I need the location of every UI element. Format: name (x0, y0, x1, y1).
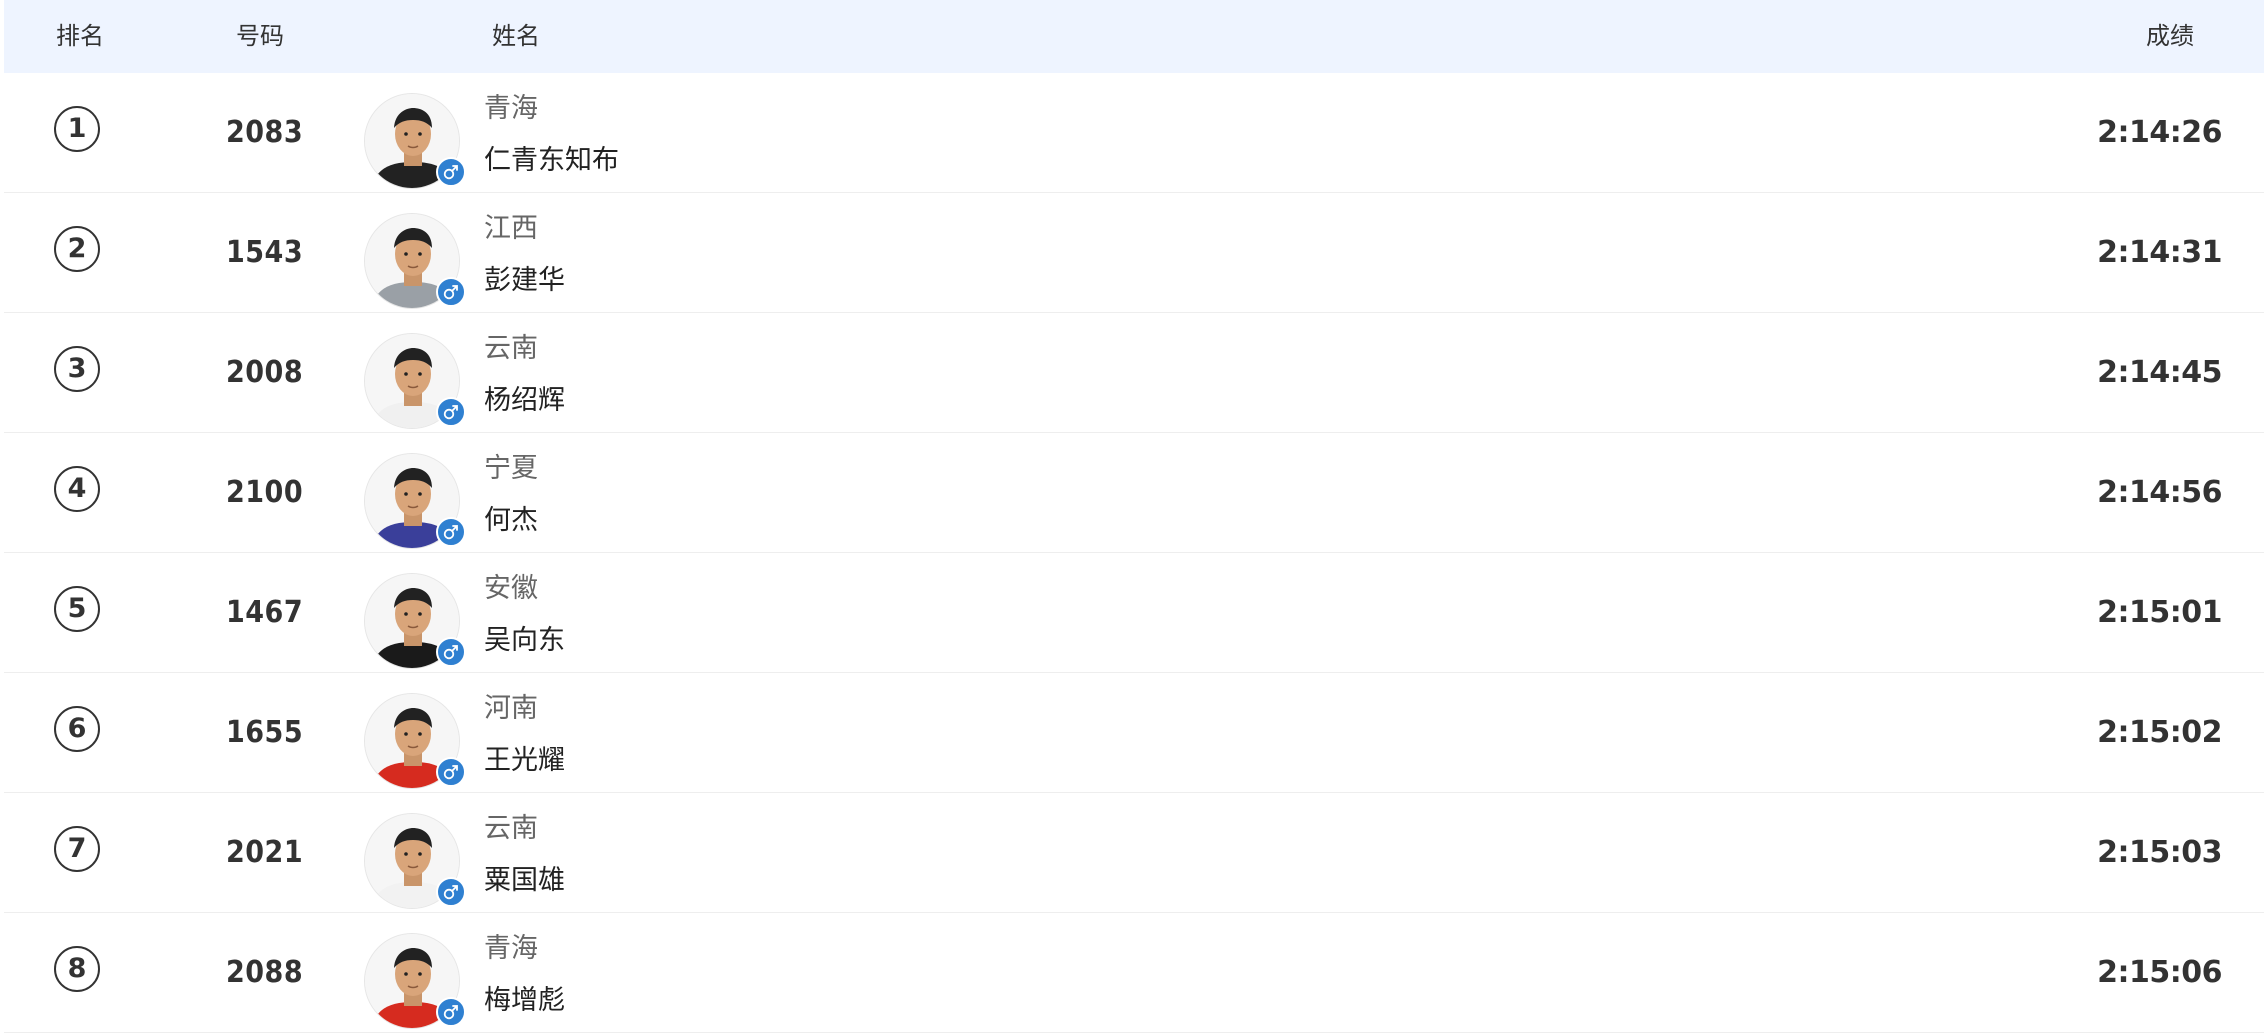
finish-time: 2:14:56 (2097, 475, 2222, 510)
rank-badge: 6 (54, 706, 100, 752)
table-row[interactable]: 5 1467 安徽 吴向东 2:15:01 (4, 553, 2264, 673)
finish-time: 2:14:45 (2097, 355, 2222, 390)
bib-number: 2083 (226, 115, 304, 150)
athlete-name[interactable]: 杨绍辉 (484, 383, 565, 419)
bib-number: 2021 (226, 835, 304, 870)
bib-number: 1467 (226, 595, 304, 630)
athlete-name[interactable]: 粟国雄 (484, 863, 565, 899)
male-icon (436, 157, 466, 187)
male-icon (436, 757, 466, 787)
rank-badge: 5 (54, 586, 100, 632)
bib-number: 2008 (226, 355, 304, 390)
male-icon (436, 997, 466, 1027)
province-label: 安徽 (484, 573, 538, 604)
rank-badge: 3 (54, 346, 100, 392)
province-label: 青海 (484, 93, 538, 124)
finish-time: 2:15:03 (2097, 835, 2222, 870)
athlete-name[interactable]: 彭建华 (484, 263, 565, 299)
province-label: 青海 (484, 933, 538, 964)
male-icon (436, 877, 466, 907)
table-row[interactable]: 3 2008 云南 杨绍辉 2:14:45 (4, 313, 2264, 433)
table-row[interactable]: 6 1655 河南 王光耀 2:15:02 (4, 673, 2264, 793)
finish-time: 2:15:02 (2097, 715, 2222, 750)
header-bib: 号码 (236, 22, 284, 50)
finish-time: 2:14:31 (2097, 235, 2222, 270)
athlete-name[interactable]: 何杰 (484, 503, 538, 539)
table-row[interactable]: 1 2083 青海 仁青东知布 2:14:26 (4, 73, 2264, 193)
bib-number: 1543 (226, 235, 304, 270)
athlete-name[interactable]: 仁青东知布 (484, 143, 619, 179)
athlete-name[interactable]: 梅增彪 (484, 983, 565, 1019)
header-name: 姓名 (492, 22, 540, 50)
bib-number: 1655 (226, 715, 304, 750)
finish-time: 2:14:26 (2097, 115, 2222, 150)
male-icon (436, 277, 466, 307)
rank-badge: 7 (54, 826, 100, 872)
male-icon (436, 397, 466, 427)
province-label: 河南 (484, 693, 538, 724)
table-row[interactable]: 4 2100 宁夏 何杰 2:14:56 (4, 433, 2264, 553)
male-icon (436, 517, 466, 547)
province-label: 云南 (484, 333, 538, 364)
table-row[interactable]: 2 1543 江西 彭建华 2:14:31 (4, 193, 2264, 313)
results-table: 排名 号码 姓名 成绩 1 2083 青海 仁青东知布 2:14:26 2 15… (4, 0, 2264, 1033)
header-rank: 排名 (56, 22, 104, 50)
bib-number: 2100 (226, 475, 304, 510)
rank-badge: 8 (54, 946, 100, 992)
province-label: 宁夏 (484, 453, 538, 484)
rank-badge: 2 (54, 226, 100, 272)
male-icon (436, 637, 466, 667)
province-label: 云南 (484, 813, 538, 844)
province-label: 江西 (484, 213, 538, 244)
finish-time: 2:15:01 (2097, 595, 2222, 630)
rank-badge: 1 (54, 106, 100, 152)
rank-badge: 4 (54, 466, 100, 512)
table-row[interactable]: 8 2088 青海 梅增彪 2:15:06 (4, 913, 2264, 1033)
finish-time: 2:15:06 (2097, 955, 2222, 990)
bib-number: 2088 (226, 955, 304, 990)
athlete-name[interactable]: 吴向东 (484, 623, 565, 659)
table-row[interactable]: 7 2021 云南 粟国雄 2:15:03 (4, 793, 2264, 913)
header-result: 成绩 (2146, 22, 2194, 50)
table-header: 排名 号码 姓名 成绩 (4, 0, 2264, 73)
athlete-name[interactable]: 王光耀 (484, 743, 565, 779)
